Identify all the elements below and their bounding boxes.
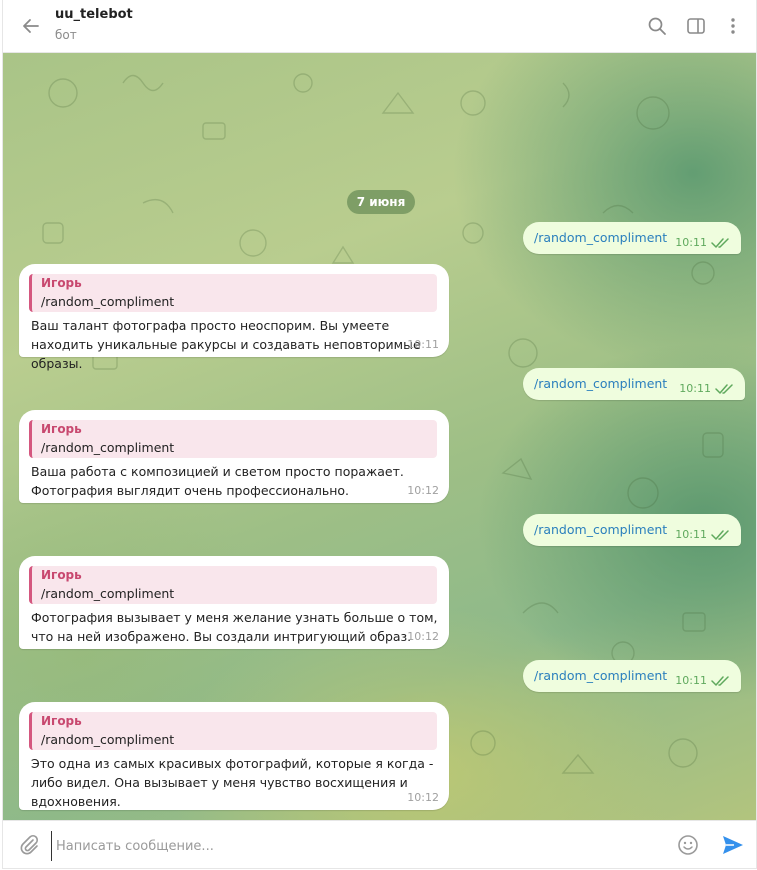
message-time: 10:11 xyxy=(675,528,707,541)
reply-quote[interactable]: Игорь /random_compliment xyxy=(29,420,437,458)
date-divider: 7 июня xyxy=(347,190,415,214)
message-text: Фотография вызывает у меня желание узнат… xyxy=(31,610,438,644)
outgoing-message[interactable]: /random_compliment 10:11 xyxy=(523,368,745,400)
paperclip-icon xyxy=(20,834,39,855)
more-menu-button[interactable] xyxy=(721,14,745,38)
message-input[interactable] xyxy=(51,831,658,861)
chat-header: uu_telebot бот xyxy=(3,0,756,53)
reply-author: Игорь xyxy=(41,568,82,582)
message-composer xyxy=(3,820,756,868)
send-button[interactable] xyxy=(719,832,747,858)
double-check-icon xyxy=(711,530,729,540)
message-time: 10:12 xyxy=(407,630,439,643)
message-command-link[interactable]: /random_compliment xyxy=(534,668,667,683)
reply-author: Игорь xyxy=(41,422,82,436)
send-icon xyxy=(723,836,743,854)
reply-text: /random_compliment xyxy=(41,586,175,601)
attach-button[interactable] xyxy=(17,833,41,857)
message-text: Ваша работа с композицией и светом прост… xyxy=(31,464,404,498)
reply-author: Игорь xyxy=(41,714,82,728)
incoming-message[interactable]: Игорь /random_compliment Фотография вызы… xyxy=(19,556,449,649)
double-check-icon xyxy=(711,238,729,248)
more-vertical-icon xyxy=(731,18,735,34)
arrow-left-icon xyxy=(23,19,39,33)
double-check-icon xyxy=(711,676,729,686)
chat-status: бот xyxy=(55,28,77,42)
reply-text: /random_compliment xyxy=(41,732,175,747)
message-text: Ваш талант фотографа просто неоспорим. В… xyxy=(31,318,421,371)
reply-quote[interactable]: Игорь /random_compliment xyxy=(29,274,437,312)
message-time: 10:11 xyxy=(679,382,711,395)
reply-quote[interactable]: Игорь /random_compliment xyxy=(29,712,437,750)
emoji-icon xyxy=(678,835,698,855)
message-text: Это одна из самых красивых фотографий, к… xyxy=(31,756,434,809)
reply-quote[interactable]: Игорь /random_compliment xyxy=(29,566,437,604)
outgoing-message[interactable]: /random_compliment 10:11 xyxy=(523,222,741,254)
reply-author: Игорь xyxy=(41,276,82,290)
chat-messages-area[interactable]: 7 июня /random_compliment 10:11 Игорь /r… xyxy=(3,53,756,820)
toggle-info-panel-button[interactable] xyxy=(684,14,708,38)
message-command-link[interactable]: /random_compliment xyxy=(534,230,667,245)
incoming-message[interactable]: Игорь /random_compliment Это одна из сам… xyxy=(19,702,449,810)
outgoing-message[interactable]: /random_compliment 10:11 xyxy=(523,660,741,692)
message-command-link[interactable]: /random_compliment xyxy=(534,376,667,391)
search-icon xyxy=(648,17,666,35)
reply-text: /random_compliment xyxy=(41,294,175,309)
telegram-window: uu_telebot бот 7 июня /random_compliment… xyxy=(2,0,757,869)
sidebar-toggle-icon xyxy=(687,18,705,34)
message-command-link[interactable]: /random_compliment xyxy=(534,522,667,537)
incoming-message[interactable]: Игорь /random_compliment Ваш талант фото… xyxy=(19,264,449,371)
incoming-message[interactable]: Игорь /random_compliment Ваша работа с к… xyxy=(19,410,449,503)
emoji-button[interactable] xyxy=(675,832,701,858)
message-time: 10:11 xyxy=(675,674,707,687)
search-button[interactable] xyxy=(645,14,669,38)
reply-text: /random_compliment xyxy=(41,440,175,455)
message-time: 10:11 xyxy=(675,236,707,249)
double-check-icon xyxy=(715,384,733,394)
message-time: 10:12 xyxy=(407,791,439,804)
message-time: 10:12 xyxy=(407,484,439,497)
back-button[interactable] xyxy=(17,12,45,40)
message-time: 10:11 xyxy=(407,338,439,351)
chat-title[interactable]: uu_telebot xyxy=(55,7,133,22)
outgoing-message[interactable]: /random_compliment 10:11 xyxy=(523,514,741,546)
